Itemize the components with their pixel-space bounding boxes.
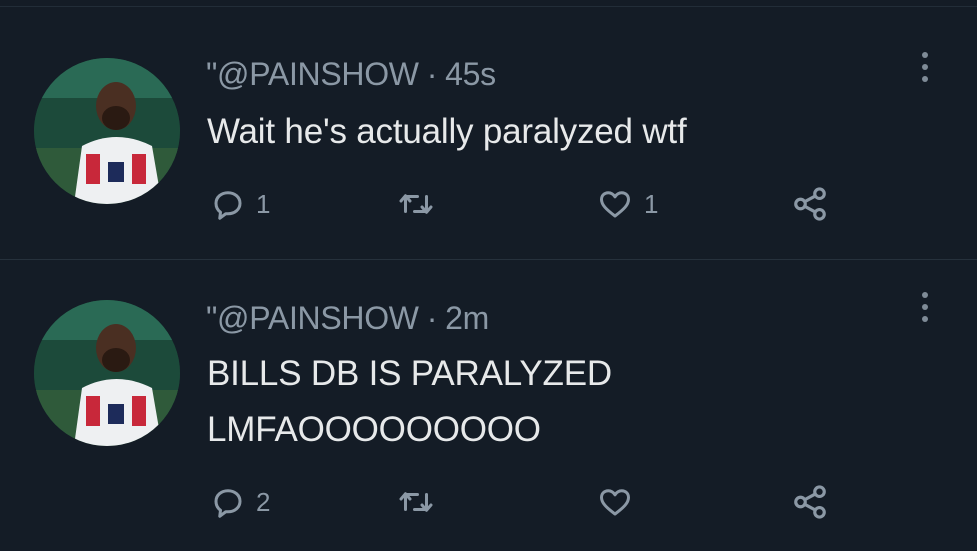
avatar-photo: [34, 58, 180, 204]
share-nodes-icon: [794, 485, 826, 519]
tweet-header: "@PAINSHOW · 45s: [206, 56, 496, 93]
avatar[interactable]: [34, 58, 180, 204]
separator-dot: ·: [426, 300, 438, 336]
retweet-button[interactable]: [396, 480, 446, 524]
user-handle[interactable]: "@PAINSHOW: [206, 56, 419, 92]
tweet-feed: "@PAINSHOW · 45s Wait he's actually paraly…: [0, 0, 977, 551]
tweet-text-line: LMFAOOOOOOOOO: [207, 410, 541, 449]
tweet-text: BILLS DB IS PARALYZED LMFAOOOOOOOOO: [207, 346, 612, 458]
retweet-icon: [399, 194, 433, 214]
more-options-icon[interactable]: [918, 52, 932, 92]
heart-icon: [600, 489, 630, 516]
retweet-icon: [399, 492, 433, 512]
retweet-button[interactable]: [396, 182, 446, 226]
tweet-header: "@PAINSHOW · 2m: [206, 300, 489, 337]
tweet-text-line: BILLS DB IS PARALYZED: [207, 354, 612, 393]
reply-button[interactable]: 1: [210, 182, 270, 226]
like-count: 1: [644, 188, 659, 219]
reply-icon: [214, 191, 242, 220]
avatar[interactable]: [34, 300, 180, 446]
user-handle[interactable]: "@PAINSHOW: [206, 300, 419, 336]
reply-button[interactable]: 2: [210, 480, 270, 524]
tweet-actions: 1 1: [210, 182, 840, 226]
like-button[interactable]: 1: [596, 182, 658, 226]
separator-dot: ·: [426, 56, 438, 92]
like-button[interactable]: [596, 480, 644, 524]
tweet-text: Wait he's actually paralyzed wtf: [207, 104, 687, 160]
share-button[interactable]: [790, 182, 830, 226]
share-button[interactable]: [790, 480, 830, 524]
reply-icon: [214, 489, 242, 518]
more-options-icon[interactable]: [918, 292, 932, 332]
timestamp[interactable]: 2m: [445, 300, 489, 336]
reply-count: 1: [256, 188, 271, 219]
avatar-photo: [34, 300, 180, 446]
reply-count: 2: [256, 486, 271, 517]
share-nodes-icon: [794, 187, 826, 221]
tweet[interactable]: "@PAINSHOW · 2m BILLS DB IS PARALYZED LMFA…: [0, 262, 977, 551]
timestamp[interactable]: 45s: [445, 56, 496, 92]
tweet-actions: 2: [210, 480, 840, 524]
tweet[interactable]: "@PAINSHOW · 45s Wait he's actually paraly…: [0, 6, 977, 260]
heart-icon: [600, 191, 630, 218]
tweet-text-line: Wait he's actually paralyzed wtf: [207, 112, 687, 151]
